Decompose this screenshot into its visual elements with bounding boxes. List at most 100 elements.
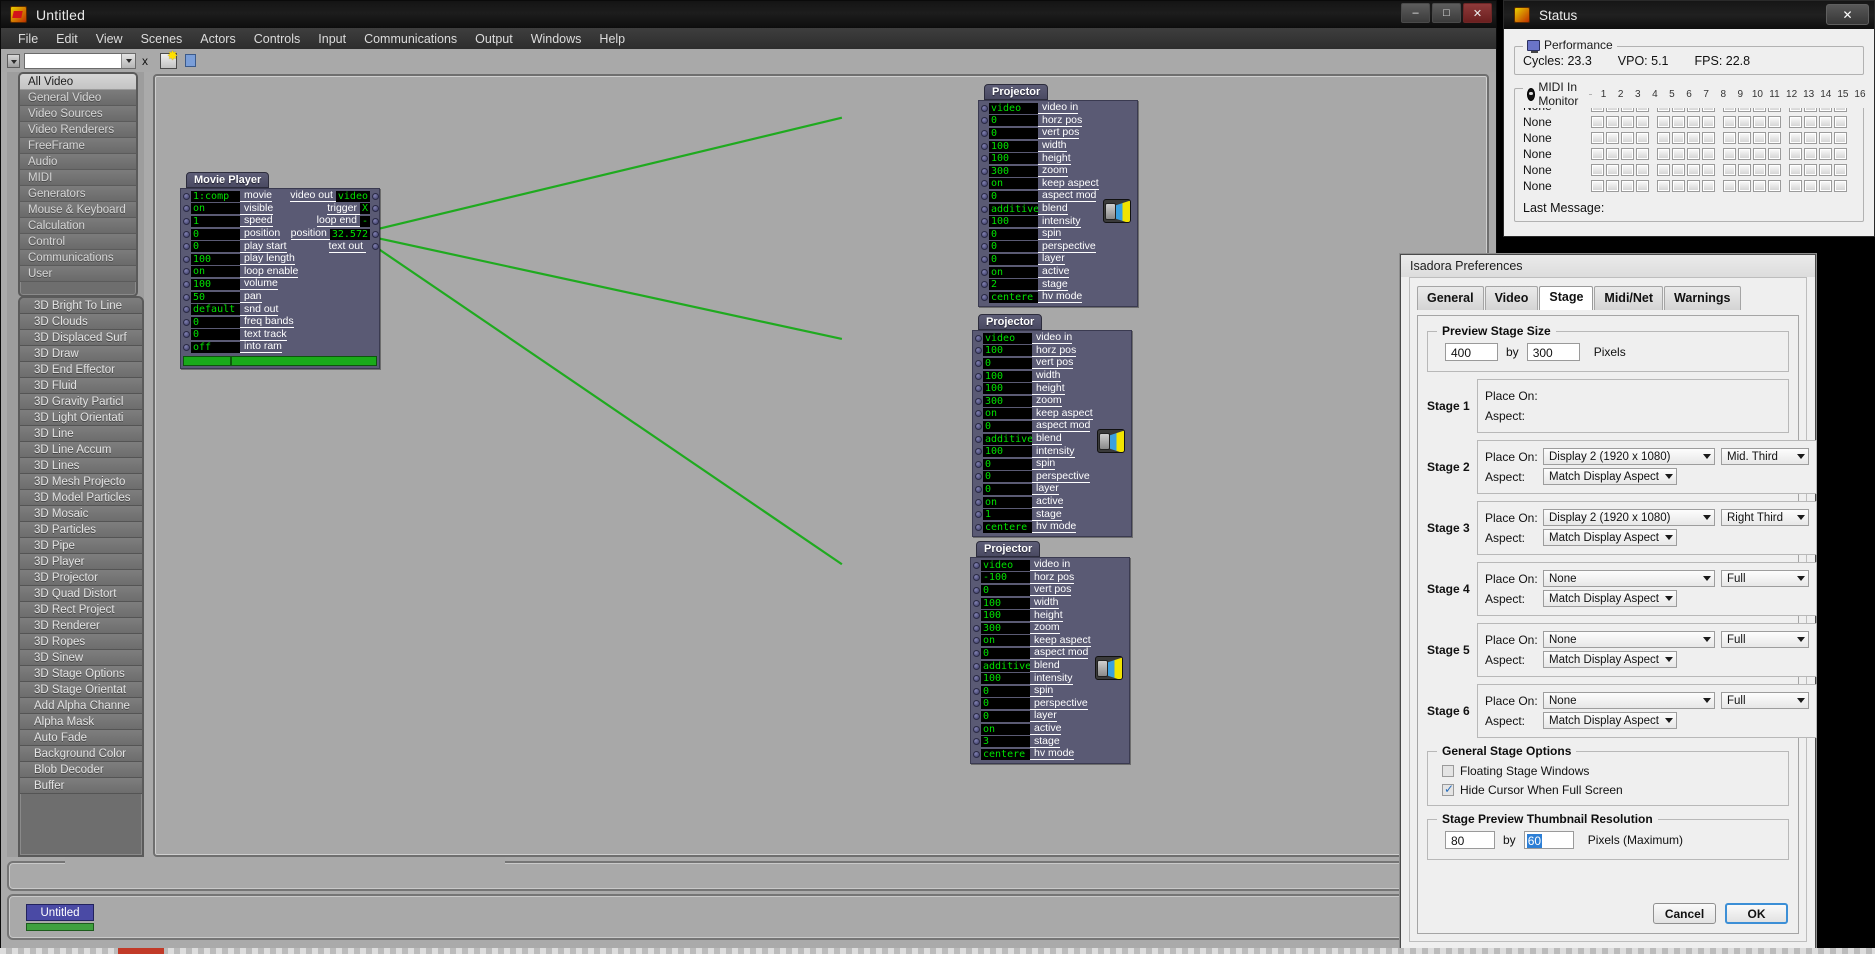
input-port-dot[interactable]	[973, 700, 980, 708]
actor-item-14[interactable]: 3D Particles	[20, 522, 142, 538]
input-value[interactable]: -100	[981, 572, 1030, 584]
stage-aspect-select[interactable]: Match Display Aspect	[1543, 590, 1677, 607]
output-value[interactable]: X	[359, 203, 370, 215]
input-value[interactable]: 1	[983, 509, 1032, 521]
actor-item-29[interactable]: Blob Decoder	[20, 762, 142, 778]
input-row[interactable]: 100 height	[973, 382, 1131, 395]
input-value[interactable]: centere	[983, 521, 1032, 533]
input-row[interactable]: 100 horz pos	[973, 344, 1131, 358]
output-value[interactable]: -	[359, 215, 370, 227]
input-value[interactable]: additive	[989, 203, 1038, 215]
menu-controls[interactable]: Controls	[245, 30, 310, 48]
output-port-dot[interactable]	[372, 192, 379, 200]
category-item-0[interactable]: All Video	[20, 74, 136, 90]
input-value[interactable]: 100	[983, 370, 1032, 382]
scene-prev-icon[interactable]	[7, 53, 20, 68]
stage-aspect-select[interactable]: Match Display Aspect	[1543, 712, 1677, 729]
input-value[interactable]: default	[191, 304, 240, 316]
stage-aspect-select[interactable]: Match Display Aspect	[1543, 651, 1677, 668]
input-row[interactable]: video video in	[979, 102, 1137, 115]
input-row[interactable]: 0 spin	[979, 228, 1137, 241]
input-value[interactable]: 100	[989, 140, 1038, 152]
node-projector-2[interactable]: Projector video video in 100 horz pos 0 vert …	[972, 310, 1132, 537]
input-value[interactable]: on	[981, 723, 1030, 735]
actor-item-3[interactable]: 3D Draw	[20, 346, 142, 362]
input-port-dot[interactable]	[973, 725, 980, 733]
input-value[interactable]: 100	[191, 253, 240, 265]
input-row[interactable]: on loop enable	[181, 265, 379, 279]
category-item-1[interactable]: General Video	[20, 90, 136, 106]
input-value[interactable]: 0	[989, 241, 1038, 253]
input-value[interactable]: 0	[989, 228, 1038, 240]
menu-communications[interactable]: Communications	[355, 30, 466, 48]
input-port-dot[interactable]	[183, 280, 190, 288]
input-row[interactable]: 0 vert pos	[971, 584, 1129, 597]
input-port-dot[interactable]	[973, 738, 980, 746]
actor-item-1[interactable]: 3D Clouds	[20, 314, 142, 330]
actor-item-25[interactable]: Add Alpha Channe	[20, 698, 142, 714]
stage-aspect-select[interactable]: Match Display Aspect	[1543, 468, 1677, 485]
category-item-8[interactable]: Mouse & Keyboard	[20, 202, 136, 218]
output-port-dot[interactable]	[372, 205, 379, 213]
actor-category-list[interactable]: All Video General Video Video Sources Video…	[18, 72, 138, 297]
output-row[interactable]: text out	[328, 240, 379, 253]
input-value[interactable]: 300	[989, 165, 1038, 177]
input-row[interactable]: on keep aspect	[971, 634, 1129, 648]
category-item-6[interactable]: MIDI	[20, 170, 136, 186]
input-port-dot[interactable]	[975, 485, 982, 493]
actor-item-22[interactable]: 3D Sinew	[20, 650, 142, 666]
input-value[interactable]: 100	[989, 216, 1038, 228]
actor-item-13[interactable]: 3D Mosaic	[20, 506, 142, 522]
stage-display-select[interactable]: Display 2 (1920 x 1080)	[1543, 448, 1715, 465]
input-value[interactable]: 50	[191, 291, 240, 303]
input-port-dot[interactable]	[183, 230, 190, 238]
input-port-dot[interactable]	[981, 142, 988, 150]
input-port-dot[interactable]	[973, 649, 980, 657]
scene-editor-canvas[interactable]: Movie Player 1:comp movie on visible 1 speed 0…	[153, 74, 1489, 857]
input-row[interactable]: off into ram	[181, 341, 379, 354]
actor-item-11[interactable]: 3D Mesh Projecto	[20, 474, 142, 490]
input-value[interactable]: additive	[983, 433, 1032, 445]
actor-item-20[interactable]: 3D Renderer	[20, 618, 142, 634]
floating-stage-windows-checkbox[interactable]	[1442, 764, 1454, 777]
actor-item-16[interactable]: 3D Player	[20, 554, 142, 570]
input-row[interactable]: 0 perspective	[979, 240, 1137, 254]
input-port-dot[interactable]	[973, 750, 980, 758]
input-row[interactable]: centere hv mode	[971, 748, 1129, 761]
input-value[interactable]: 0	[191, 241, 240, 253]
tab-stage[interactable]: Stage	[1539, 286, 1594, 310]
input-port-dot[interactable]	[981, 293, 988, 301]
input-port-dot[interactable]	[975, 385, 982, 393]
actor-item-27[interactable]: Auto Fade	[20, 730, 142, 746]
input-value[interactable]: centere	[981, 748, 1030, 760]
stage-display-select[interactable]: None	[1543, 631, 1715, 648]
stage-aspect-select[interactable]: Match Display Aspect	[1543, 529, 1677, 546]
stage-position-select[interactable]: Mid. Third	[1721, 448, 1809, 465]
input-port-dot[interactable]	[981, 218, 988, 226]
input-row[interactable]: 0 vert pos	[979, 127, 1137, 140]
input-port-dot[interactable]	[975, 334, 982, 342]
actor-item-19[interactable]: 3D Rect Project	[20, 602, 142, 618]
actor-item-17[interactable]: 3D Projector	[20, 570, 142, 586]
input-value[interactable]: 0	[983, 471, 1032, 483]
category-item-5[interactable]: Audio	[20, 154, 136, 170]
input-value[interactable]: 0	[191, 316, 240, 328]
input-port-dot[interactable]	[973, 586, 980, 594]
input-port-dot[interactable]	[981, 230, 988, 238]
new-scene-icon[interactable]: ✸	[160, 49, 178, 69]
input-value[interactable]: 100	[191, 278, 240, 290]
category-item-2[interactable]: Video Sources	[20, 106, 136, 122]
menu-help[interactable]: Help	[590, 30, 634, 48]
node-projector-3[interactable]: Projector video video in -100 horz pos 0 vert…	[970, 537, 1130, 764]
thumbnail-width-input[interactable]: 80	[1445, 831, 1495, 849]
minimize-button[interactable]: –	[1401, 3, 1430, 23]
input-row[interactable]: 100 width	[971, 597, 1129, 610]
input-row[interactable]: 1 stage	[973, 508, 1131, 521]
input-row[interactable]: 50 pan	[181, 291, 379, 304]
output-row[interactable]: trigger X	[327, 202, 379, 216]
input-port-dot[interactable]	[981, 205, 988, 213]
actor-item-12[interactable]: 3D Model Particles	[20, 490, 142, 506]
input-value[interactable]: 0	[981, 710, 1030, 722]
input-port-dot[interactable]	[981, 117, 988, 125]
actor-item-10[interactable]: 3D Lines	[20, 458, 142, 474]
